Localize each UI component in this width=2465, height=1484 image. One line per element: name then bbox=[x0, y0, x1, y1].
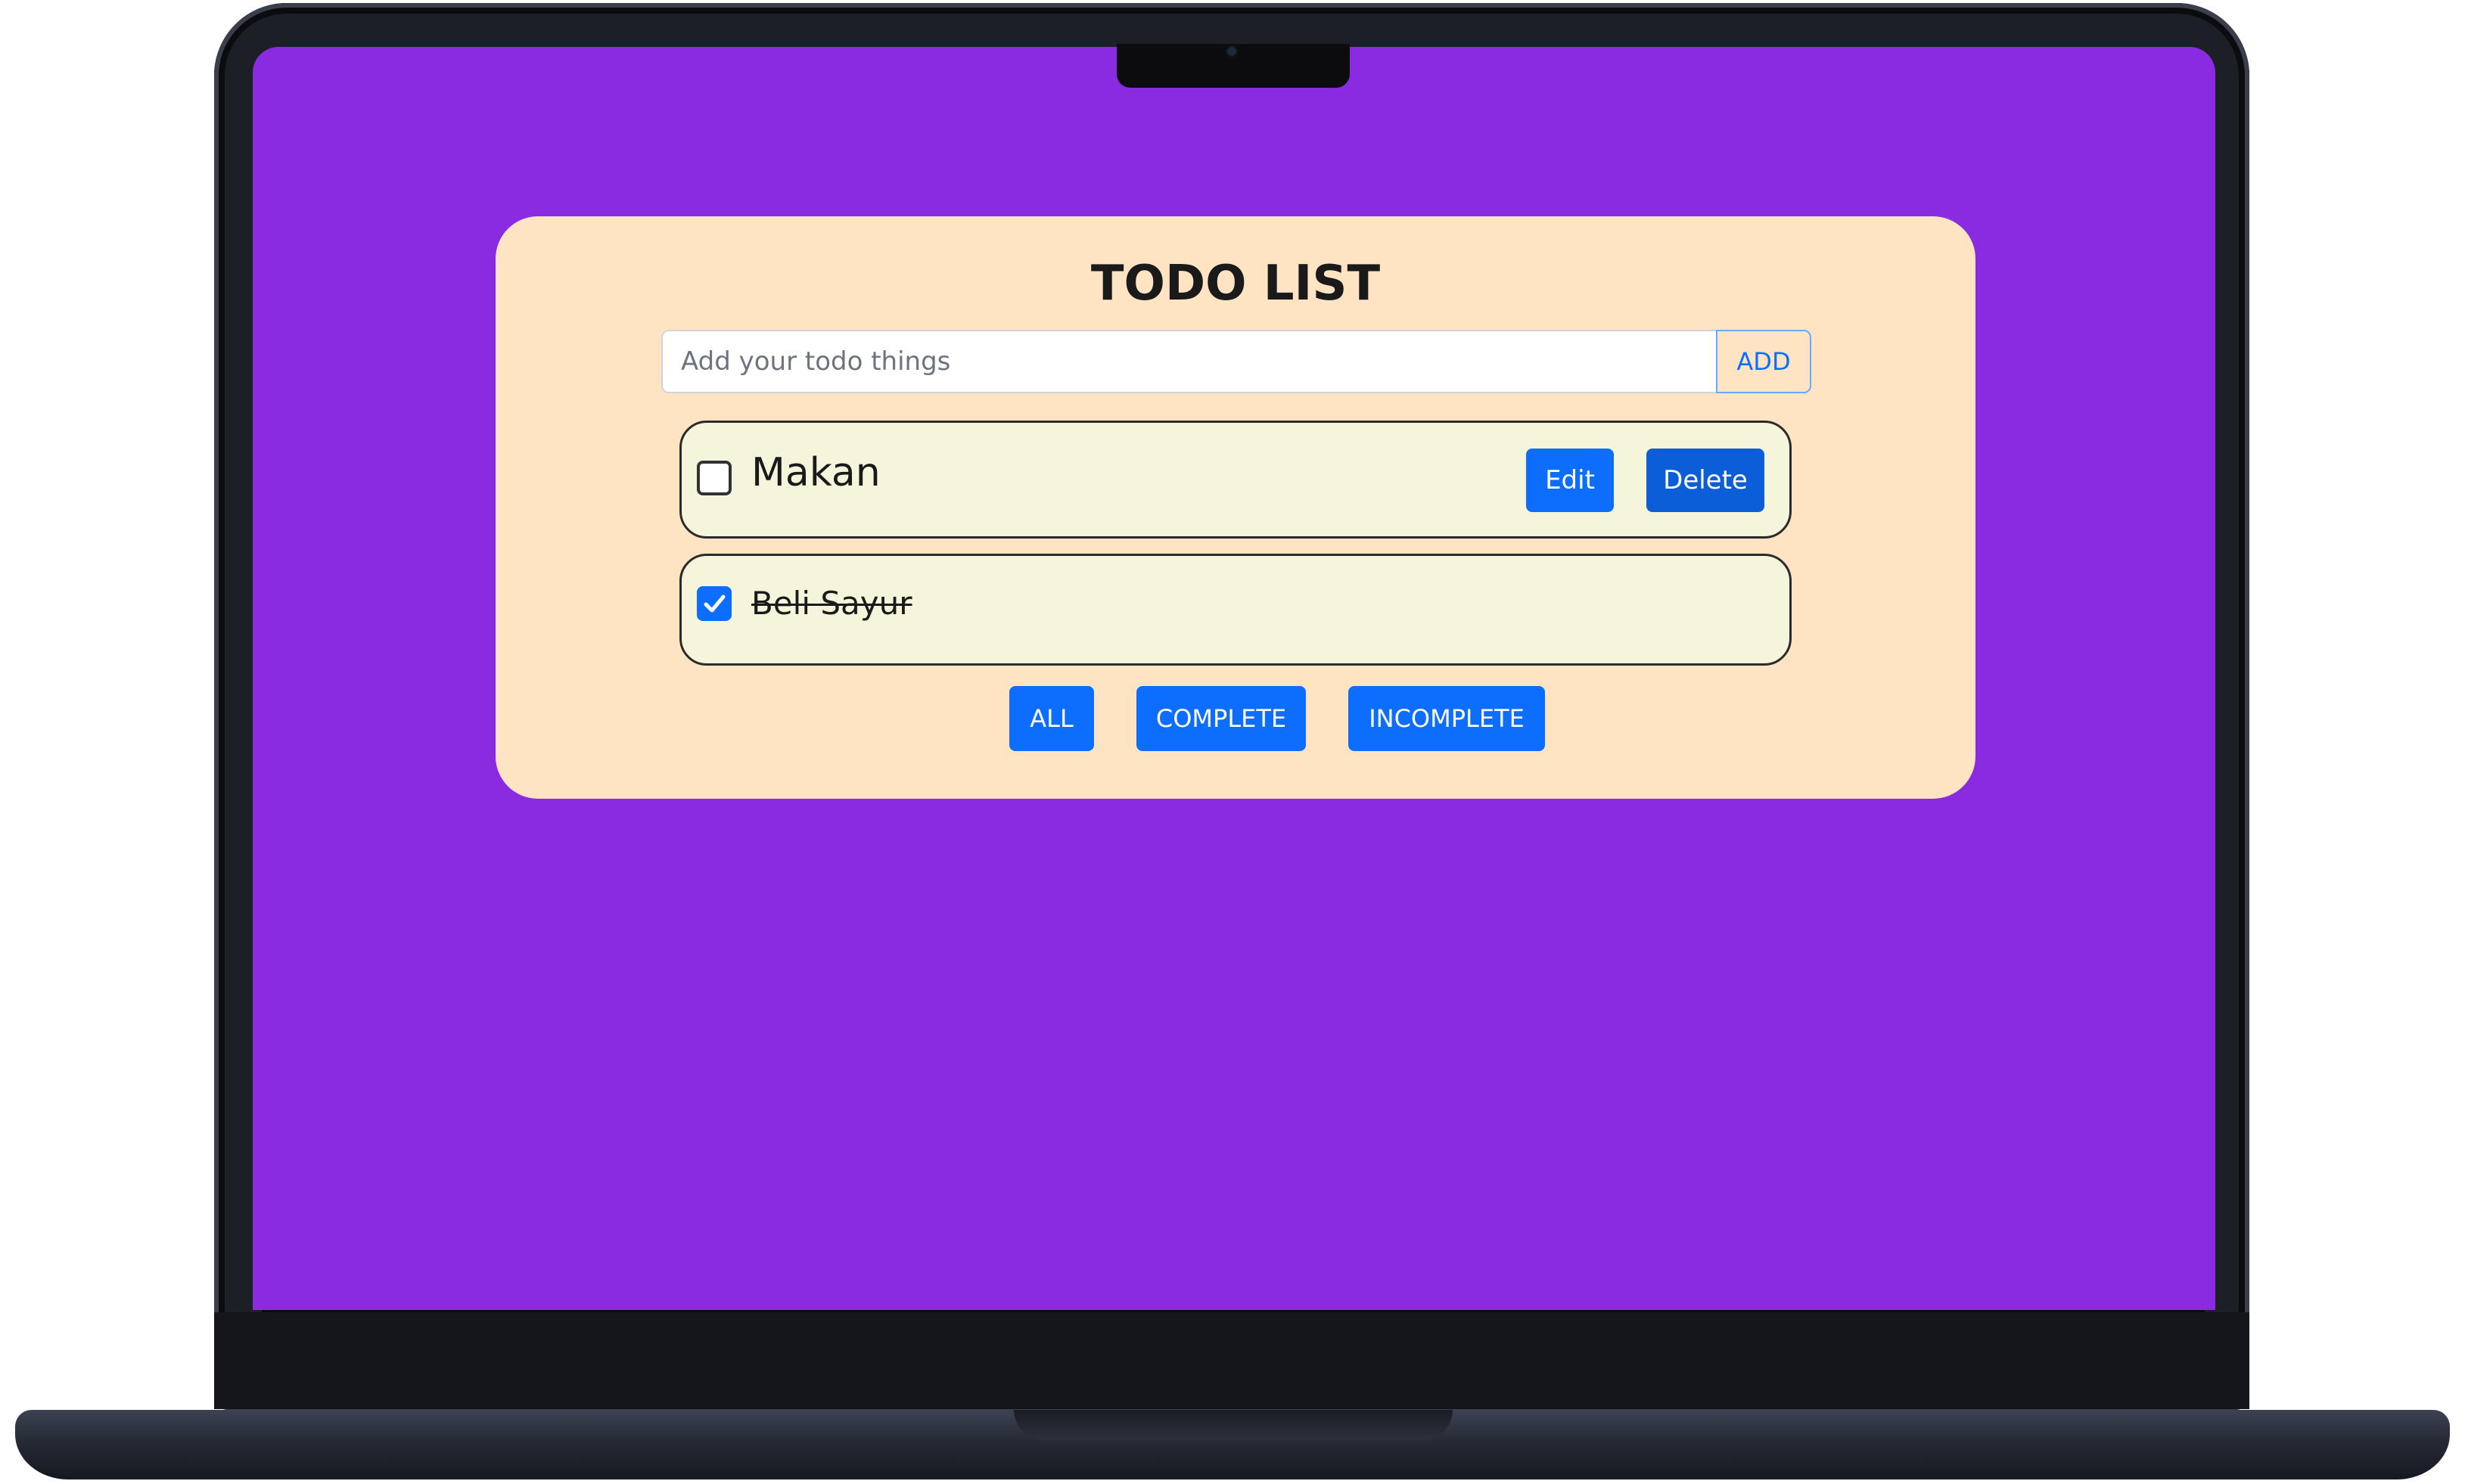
checkmark-icon bbox=[704, 595, 726, 613]
todo-text: Makan bbox=[751, 450, 881, 495]
filter-all-button[interactable]: ALL bbox=[1009, 686, 1094, 751]
camera-icon bbox=[1227, 47, 1236, 56]
todo-checkbox[interactable] bbox=[697, 586, 732, 621]
app-screen: TODO LIST ADD Makan Edit Delete Beli Say… bbox=[253, 47, 2215, 1310]
todo-item: Beli Sayur bbox=[679, 554, 1792, 666]
delete-button[interactable]: Delete bbox=[1646, 449, 1764, 512]
filter-incomplete-button[interactable]: INCOMPLETE bbox=[1348, 686, 1545, 751]
page-title: TODO LIST bbox=[1090, 256, 1381, 312]
laptop-mockup: TODO LIST ADD Makan Edit Delete Beli Say… bbox=[0, 0, 2465, 1484]
todo-text: Beli Sayur bbox=[751, 585, 912, 622]
filter-complete-button[interactable]: COMPLETE bbox=[1136, 686, 1306, 751]
todo-checkbox[interactable] bbox=[697, 461, 732, 495]
laptop-chin bbox=[214, 1312, 2249, 1409]
add-todo-group: ADD bbox=[661, 330, 1811, 393]
todo-input[interactable] bbox=[661, 330, 1716, 393]
laptop-base-notch bbox=[1014, 1410, 1453, 1440]
todo-item: Makan Edit Delete bbox=[679, 421, 1792, 539]
add-button[interactable]: ADD bbox=[1716, 330, 1811, 393]
todo-card: TODO LIST ADD Makan Edit Delete Beli Say… bbox=[496, 216, 1975, 799]
edit-button[interactable]: Edit bbox=[1526, 449, 1614, 512]
